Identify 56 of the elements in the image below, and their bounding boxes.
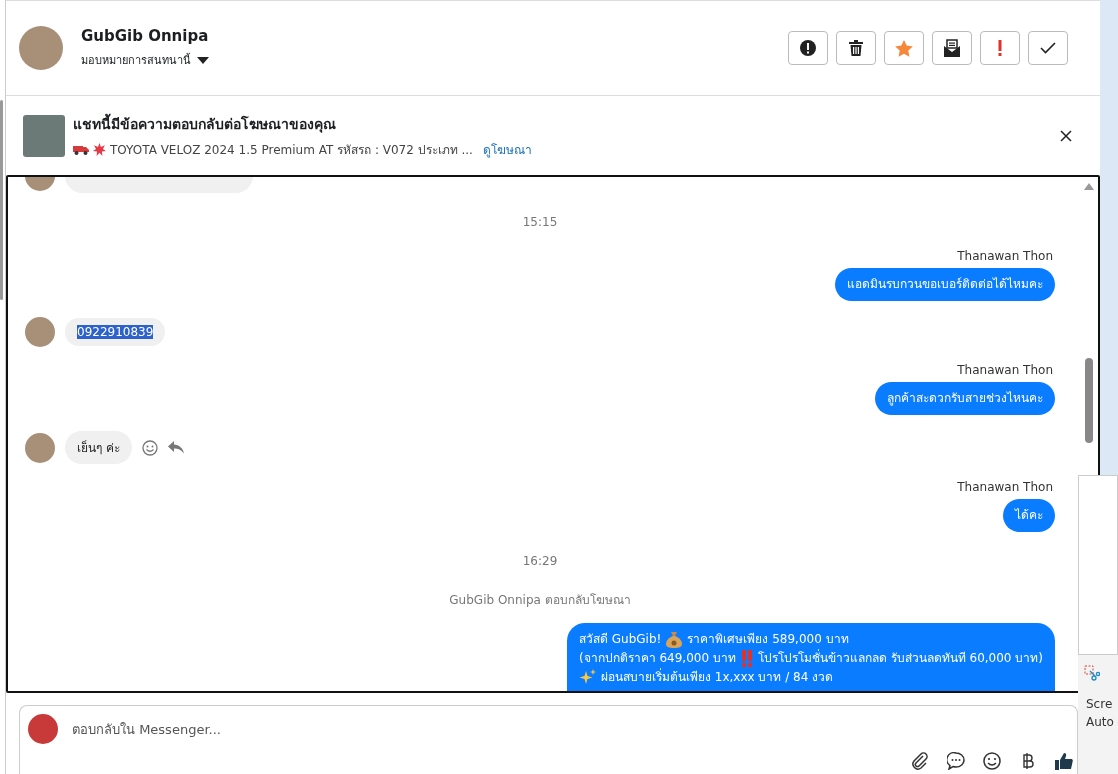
notification-text: Auto bbox=[1086, 715, 1115, 729]
caret-icon bbox=[197, 56, 209, 64]
envelope-icon bbox=[943, 39, 961, 57]
double-exclamation-icon bbox=[740, 650, 753, 667]
emoji-button[interactable] bbox=[981, 750, 1003, 772]
burst-icon bbox=[93, 142, 106, 156]
sender-name: Thanawan Thon bbox=[957, 363, 1053, 377]
incoming-message: 0922910839 bbox=[65, 318, 166, 346]
alert-icon bbox=[799, 39, 817, 57]
ad-thumbnail bbox=[23, 114, 65, 157]
ad-banner-title: แชทนี้มีข้อความตอบกลับต่อโฆษณาของคุณ bbox=[73, 112, 337, 135]
contact-name: GubGib Onnipa bbox=[81, 27, 210, 45]
window-thumbnail[interactable] bbox=[1078, 475, 1118, 655]
page-avatar bbox=[28, 714, 58, 744]
message-text: แอดมินรบกวนขอเบอร์ติดต่อได้ไหมคะ bbox=[847, 276, 1043, 293]
reply-icon[interactable] bbox=[167, 441, 184, 454]
incoming-message: เย็นๆ ค่ะ bbox=[65, 431, 132, 464]
avatar bbox=[25, 317, 55, 347]
notification-title: Scre bbox=[1086, 697, 1114, 711]
truck-icon bbox=[73, 143, 89, 155]
toolbar-button[interactable] bbox=[836, 31, 876, 65]
timestamp: 16:29 bbox=[522, 554, 558, 568]
message-text: ได้คะ bbox=[1015, 507, 1043, 524]
avatar bbox=[25, 432, 55, 463]
message-text: สวัสดี GubGib! bbox=[578, 631, 662, 648]
checkmark-icon bbox=[1040, 42, 1056, 54]
thumbs-up-button[interactable] bbox=[1053, 750, 1075, 772]
message-text: ลูกค้าสะดวกรับสายช่วงไหนคะ bbox=[887, 390, 1043, 408]
message-text: (จากปกติราคา 649,000 บาท bbox=[578, 650, 736, 667]
baht-icon bbox=[1022, 752, 1034, 770]
sender-name: Thanawan Thon bbox=[957, 480, 1053, 494]
assign-dropdown[interactable]: มอบหมายการสนทนานี้ bbox=[81, 51, 770, 69]
sender-name: Thanawan Thon bbox=[957, 249, 1053, 263]
message-text: ราคาพิเศษเพียง 589,000 บาท bbox=[687, 631, 849, 648]
ad-snippet: TOYOTA VELOZ 2024 1.5 Premium AT รหัสรถ : V072 ประเภท ... bbox=[110, 141, 473, 159]
message-button[interactable] bbox=[945, 750, 967, 772]
scrollbar[interactable] bbox=[0, 100, 3, 300]
avatar bbox=[19, 26, 63, 70]
scrollbar-thumb[interactable] bbox=[1085, 358, 1093, 443]
attach-button[interactable] bbox=[909, 750, 931, 772]
reply-input[interactable]: ตอบกลับใน Messenger... bbox=[70, 720, 1069, 738]
timestamp: 15:15 bbox=[522, 215, 558, 229]
notification-toast[interactable]: Scre Auto bbox=[1078, 655, 1118, 774]
star-icon bbox=[895, 39, 913, 57]
toolbar-button[interactable] bbox=[788, 31, 828, 65]
message-text: โปรโปรโมชั่นข้าวแลกลด รับส่วนลดทันที 60,000 บาท) bbox=[757, 649, 1043, 667]
message-text: ผ่อนสบายเริ่มต้นเพียง 1x,xxx บาท / 84 งวด bbox=[600, 668, 834, 686]
exclamation-icon bbox=[998, 40, 1002, 56]
snipping-tool-icon bbox=[1084, 665, 1100, 681]
emoji-icon[interactable] bbox=[141, 439, 158, 456]
view-ad-link[interactable]: ดูโฆษณา bbox=[482, 139, 532, 159]
toolbar-button[interactable] bbox=[932, 31, 972, 65]
scroll-up-icon[interactable] bbox=[1084, 183, 1094, 190]
money-bag-icon bbox=[666, 631, 683, 648]
trash-icon bbox=[849, 40, 863, 56]
system-note: GubGib Onnipa ตอบกลับโฆษณา bbox=[449, 592, 631, 609]
